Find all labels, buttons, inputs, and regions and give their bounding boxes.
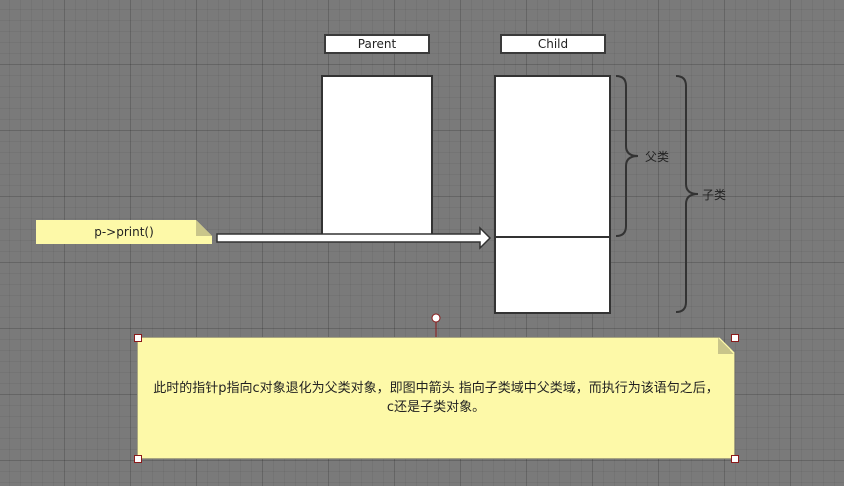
child-brace-label: 子类	[702, 188, 727, 202]
description-text: 此时的指针p指向c对象退化为父类对象，即图中箭头 指向子类域中父类域，而执行为该…	[153, 381, 719, 415]
parent-brace	[615, 75, 639, 237]
call-note[interactable]: p->print()	[36, 220, 212, 244]
description-note[interactable]: 此时的指针p指向c对象退化为父类对象，即图中箭头 指向子类域中父类域，而执行为该…	[137, 337, 735, 459]
resize-handle-bottom-left[interactable]	[134, 455, 142, 463]
parent-brace-label: 父类	[645, 150, 670, 164]
pointer-arrow	[216, 226, 492, 250]
resize-handle-bottom-right[interactable]	[731, 455, 739, 463]
note-connector-handle[interactable]	[431, 313, 441, 323]
resize-handle-top-right[interactable]	[731, 334, 739, 342]
call-note-text: p->print()	[94, 225, 154, 239]
resize-handle-top-left[interactable]	[134, 334, 142, 342]
child-brace	[675, 75, 699, 313]
